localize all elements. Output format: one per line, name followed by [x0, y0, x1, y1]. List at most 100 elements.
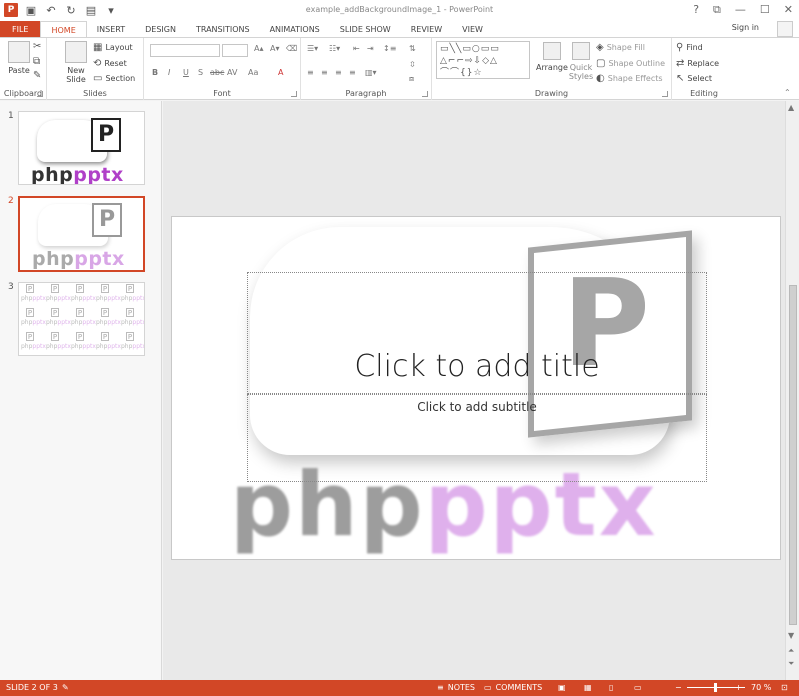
character-spacing-button[interactable]: AV [227, 68, 237, 77]
fit-slide-icon[interactable]: ⊡ [781, 683, 788, 692]
align-left-icon[interactable]: ≡ [307, 68, 314, 77]
decrease-indent-icon[interactable]: ⇤ [353, 44, 360, 53]
line-spacing-icon[interactable]: ↕≡ [383, 44, 396, 53]
scroll-up-arrow-icon[interactable]: ▲ [788, 103, 794, 112]
ribbon-display-options-icon[interactable]: ⧉ [713, 3, 721, 17]
tile-p-graphic: P [26, 308, 34, 317]
justify-icon[interactable]: ≡ [349, 68, 356, 77]
tile-logo-text: phppptx [96, 343, 121, 350]
tile-logo-text: phppptx [71, 319, 96, 326]
collapse-ribbon-icon[interactable]: ⌃ [784, 88, 791, 97]
tab-view[interactable]: VIEW [452, 21, 493, 38]
new-slide-button[interactable]: New Slide [63, 41, 89, 84]
zoom-slider-knob[interactable] [714, 683, 717, 692]
tile-p-graphic: P [51, 308, 59, 317]
scrollbar-thumb[interactable] [789, 285, 797, 625]
subtitle-placeholder[interactable]: Click to add subtitle [247, 394, 707, 482]
tab-insert[interactable]: INSERT [87, 21, 135, 38]
zoom-level[interactable]: 70 % [751, 683, 771, 692]
font-color-button[interactable]: A [278, 68, 283, 77]
columns-icon[interactable]: ▥▾ [365, 68, 377, 77]
change-case-button[interactable]: Aa [248, 68, 258, 77]
minimize-icon[interactable]: — [735, 3, 746, 17]
find-button[interactable]: ⚲ Find [676, 42, 703, 53]
tab-home[interactable]: HOME [40, 21, 87, 38]
tab-file[interactable]: FILE [0, 21, 41, 38]
quick-styles-button[interactable]: Quick Styles [568, 42, 594, 81]
vertical-scrollbar[interactable]: ▲ ▼ ⏶ ⏷ [785, 101, 799, 680]
align-center-icon[interactable]: ≡ [321, 68, 328, 77]
copy-icon[interactable]: ⧉ [33, 56, 40, 67]
font-dialog-launcher-icon[interactable] [291, 91, 297, 97]
decrease-font-size-icon[interactable]: A▾ [270, 44, 280, 53]
shape-outline-button[interactable]: ▢ Shape Outline [596, 58, 665, 69]
tab-transitions[interactable]: TRANSITIONS [186, 21, 260, 38]
arrange-button[interactable]: Arrange [536, 42, 568, 72]
maximize-icon[interactable]: ☐ [760, 3, 770, 17]
italic-button[interactable]: I [168, 68, 170, 77]
tab-design[interactable]: DESIGN [135, 21, 186, 38]
tile-logo: Pphppptx [19, 283, 46, 307]
font-size-select[interactable] [222, 44, 248, 57]
next-slide-icon[interactable]: ⏷ [788, 659, 794, 669]
section-label: Section [105, 74, 136, 83]
section-button[interactable]: ▭ Section [93, 73, 135, 84]
increase-font-size-icon[interactable]: A▴ [254, 44, 264, 53]
scroll-down-arrow-icon[interactable]: ▼ [788, 631, 794, 640]
bullets-icon[interactable]: ☰▾ [307, 44, 318, 53]
zoom-out-icon[interactable]: − [675, 683, 682, 692]
bold-button[interactable]: B [152, 68, 158, 77]
title-placeholder[interactable]: Click to add title [247, 272, 707, 394]
shadow-button[interactable]: S [198, 68, 203, 77]
paste-label: Paste [8, 66, 30, 75]
reset-button[interactable]: ⟲ Reset [93, 58, 127, 69]
notes-button[interactable]: ≡ NOTES [437, 683, 475, 692]
tile-logo-text: phppptx [21, 343, 46, 350]
current-slide[interactable]: P phppptx Click to add title Click to ad… [171, 216, 781, 560]
strikethrough-button[interactable]: abc [210, 68, 224, 77]
clear-formatting-icon[interactable]: ⌫ [286, 44, 297, 53]
font-family-select[interactable] [150, 44, 220, 57]
paste-button[interactable]: Paste [8, 41, 30, 75]
slide-thumbnail-3[interactable]: Pphppptx Pphppptx Pphppptx Pphppptx Pphppptx… [18, 282, 145, 356]
arrange-icon [542, 42, 561, 60]
thumbnail-p-graphic: P [91, 118, 121, 152]
increase-indent-icon[interactable]: ⇥ [367, 44, 374, 53]
avatar[interactable] [777, 21, 793, 37]
reading-view-icon[interactable]: ▯ [609, 683, 613, 692]
clipboard-dialog-launcher-icon[interactable] [37, 91, 43, 97]
tab-slide-show[interactable]: SLIDE SHOW [330, 21, 401, 38]
text-direction-icon[interactable]: ⇅ [409, 44, 416, 53]
shape-effects-button[interactable]: ◐ Shape Effects [596, 73, 663, 84]
layout-button[interactable]: ▦ Layout [93, 42, 133, 53]
numbering-icon[interactable]: ☷▾ [329, 44, 340, 53]
paragraph-dialog-launcher-icon[interactable] [422, 91, 428, 97]
normal-view-icon[interactable]: ▣ [558, 683, 566, 692]
comments-button[interactable]: ▭ COMMENTS [484, 683, 542, 692]
underline-button[interactable]: U [183, 68, 189, 77]
slide-sorter-icon[interactable]: ▦ [584, 683, 592, 692]
sign-in-link[interactable]: Sign in [732, 23, 759, 32]
align-right-icon[interactable]: ≡ [335, 68, 342, 77]
replace-label: Replace [687, 59, 720, 68]
zoom-in-icon[interactable]: + [735, 683, 742, 692]
drawing-dialog-launcher-icon[interactable] [662, 91, 668, 97]
tab-review[interactable]: REVIEW [401, 21, 452, 38]
replace-button[interactable]: ⇄ Replace [676, 58, 719, 69]
slide-thumbnail-2[interactable]: P phppptx [18, 196, 145, 272]
tab-animations[interactable]: ANIMATIONS [260, 21, 330, 38]
cut-icon[interactable]: ✂ [33, 41, 41, 52]
shapes-gallery[interactable]: ▭╲╲▭○▭▭ △⌐⌐⇨⇩◇△ ⌒⌒{}☆ [436, 41, 530, 79]
align-text-icon[interactable]: ⇳ [409, 60, 416, 69]
spell-check-icon[interactable]: ✎ [62, 683, 69, 692]
close-icon[interactable]: ✕ [784, 3, 793, 17]
help-icon[interactable]: ? [693, 3, 699, 17]
smartart-icon[interactable]: ⧈ [409, 74, 414, 84]
previous-slide-icon[interactable]: ⏶ [788, 646, 794, 656]
slide-thumbnail-1[interactable]: P phppptx [18, 111, 145, 185]
shape-fill-button[interactable]: ◈ Shape Fill [596, 42, 645, 53]
format-painter-icon[interactable]: ✎ [33, 70, 41, 81]
slide-show-icon[interactable]: ▭ [634, 683, 642, 692]
select-button[interactable]: ↖ Select [676, 73, 712, 84]
tile-logo: Pphppptx [94, 307, 121, 331]
